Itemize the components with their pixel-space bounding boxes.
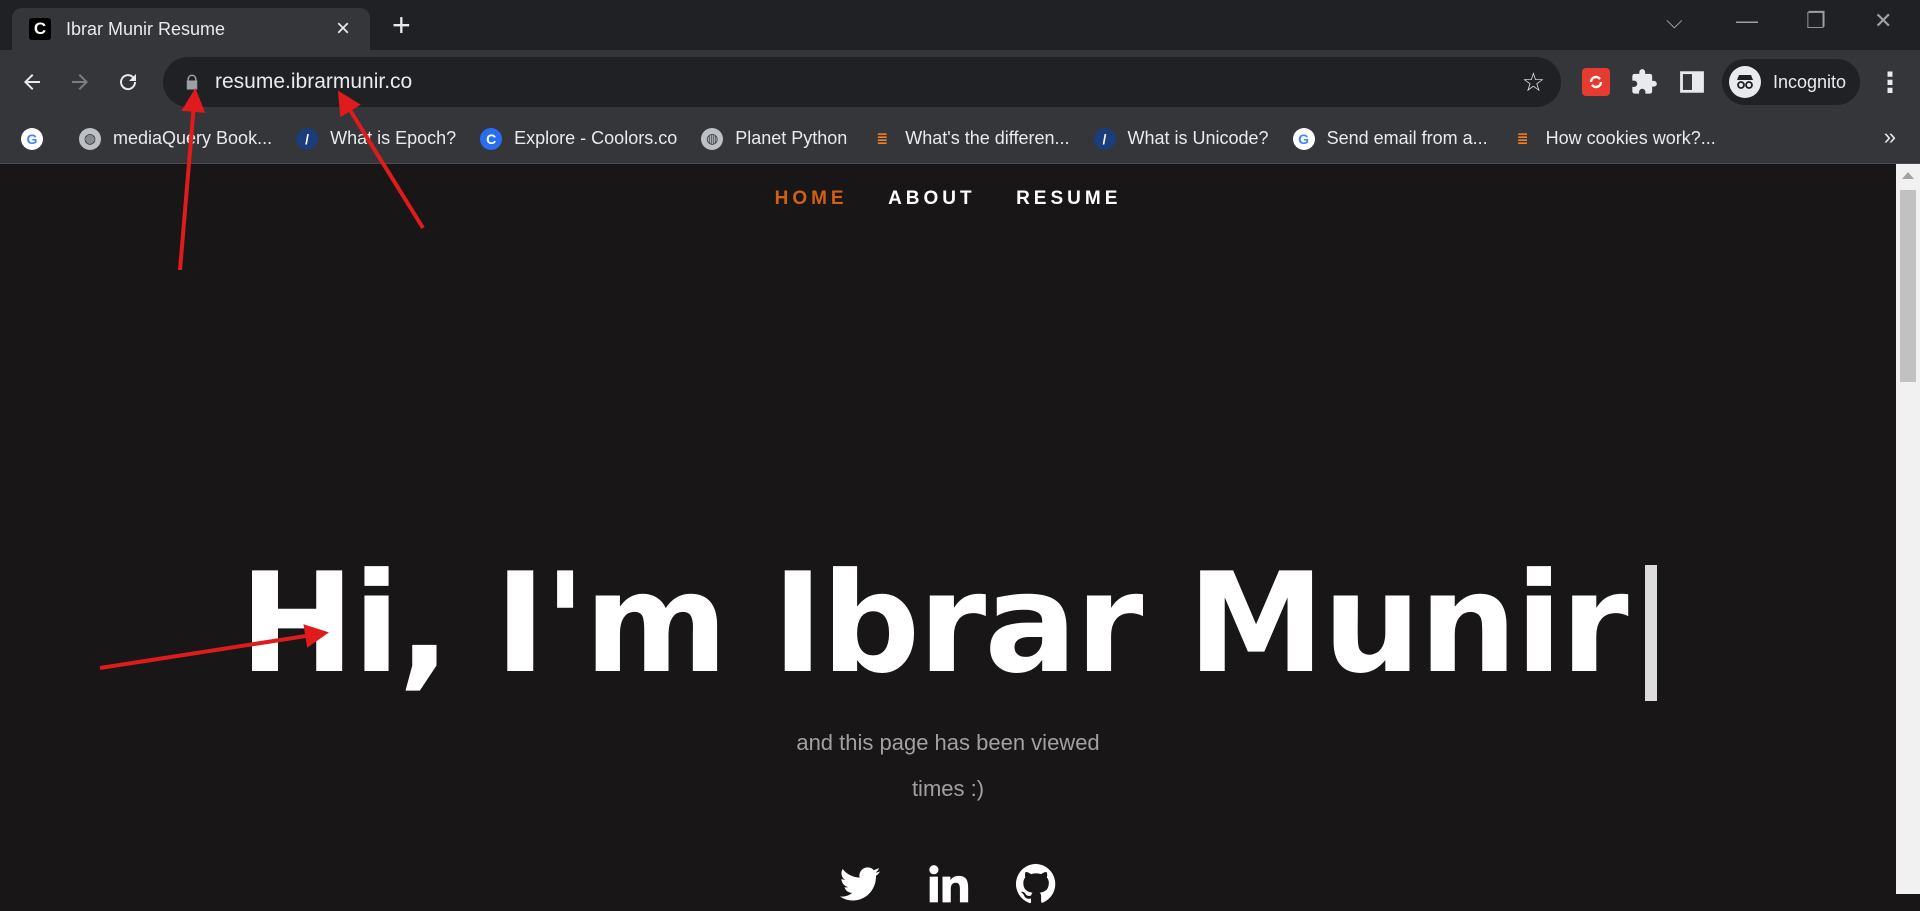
browser-tab[interactable]: C Ibrar Munir Resume ×	[12, 8, 370, 50]
globe-icon: ◍	[79, 127, 101, 150]
incognito-profile-button[interactable]: Incognito	[1722, 59, 1860, 105]
slash-icon: /	[296, 127, 319, 150]
bookmark-item[interactable]: / What is Unicode?	[1093, 127, 1269, 150]
extension-red-icon[interactable]	[1582, 68, 1610, 96]
nav-link-resume[interactable]: RESUME	[1016, 188, 1121, 210]
twitter-icon[interactable]	[838, 862, 882, 906]
site-favicon-icon: C	[29, 18, 51, 40]
view-count-line2: times :)	[911, 776, 985, 801]
address-bar[interactable]: resume.ibrarmunir.co ☆	[163, 57, 1561, 107]
bookmark-item[interactable]: ◍ mediaQuery Book...	[79, 127, 273, 150]
social-links	[0, 862, 1896, 911]
stackoverflow-icon: ≣	[876, 130, 889, 146]
back-arrow-icon	[24, 74, 40, 90]
new-tab-button[interactable]: +	[392, 9, 411, 41]
google-icon: G	[21, 127, 43, 150]
tab-strip: C Ibrar Munir Resume × + ⌵ — ❐ ✕	[0, 0, 1920, 50]
globe-icon: ◍	[701, 127, 724, 150]
reload-icon	[120, 74, 137, 91]
bookmark-google[interactable]: G	[21, 127, 55, 150]
incognito-icon	[1729, 66, 1761, 98]
bookmark-item[interactable]: ≣ What's the differen...	[871, 128, 1069, 150]
bookmark-label: How cookies work?...	[1545, 128, 1716, 148]
profile-label: Incognito	[1773, 71, 1847, 92]
tab-search-icon[interactable]: ⌵	[1666, 8, 1683, 34]
view-count-line1: and this page has been viewed	[796, 730, 1100, 755]
bookmark-label: Explore - Coolors.co	[514, 128, 678, 148]
nav-link-home[interactable]: HOME	[775, 188, 848, 210]
browser-menu-icon[interactable]: ⋮	[1876, 66, 1904, 99]
bookmark-label: mediaQuery Book...	[113, 128, 273, 148]
scroll-up-arrow-icon[interactable]	[1902, 172, 1914, 179]
linkedin-icon[interactable]	[926, 862, 970, 906]
bookmark-label: Send email from a...	[1326, 128, 1488, 148]
github-icon[interactable]	[1014, 862, 1058, 906]
reload-button[interactable]	[110, 64, 146, 100]
bookmark-label: Planet Python	[735, 128, 848, 148]
tab-title: Ibrar Munir Resume	[66, 18, 226, 39]
page-scrollbar[interactable]	[1896, 164, 1920, 894]
side-panel-icon[interactable]	[1678, 68, 1706, 96]
slash-icon: /	[1093, 127, 1116, 150]
hero-headline: Hi, I'm Ibrar Munir	[0, 549, 1896, 702]
url-text[interactable]: resume.ibrarmunir.co	[215, 70, 1522, 94]
minimize-button[interactable]: —	[1736, 8, 1758, 34]
nav-link-about[interactable]: ABOUT	[888, 188, 976, 210]
bookmark-label: What is Epoch?	[330, 128, 457, 148]
bookmark-item[interactable]: ≣ How cookies work?...	[1512, 128, 1716, 150]
bookmark-item[interactable]: C Explore - Coolors.co	[480, 127, 678, 150]
scrollbar-thumb[interactable]	[1900, 190, 1916, 382]
browser-toolbar: resume.ibrarmunir.co ☆ Incognito ⋮	[0, 50, 1920, 114]
bookmark-item[interactable]: G Send email from a...	[1292, 127, 1488, 150]
forward-arrow-icon	[72, 74, 88, 90]
page-content: HOME ABOUT RESUME Hi, I'm Ibrar Munir an…	[0, 164, 1896, 904]
tab-close-icon[interactable]: ×	[328, 15, 358, 43]
bookmark-item[interactable]: / What is Epoch?	[296, 127, 457, 150]
typing-cursor	[1644, 565, 1657, 702]
bookmark-label: What's the differen...	[905, 128, 1070, 148]
coolors-icon: C	[480, 127, 503, 150]
bookmarks-bar: G ◍ mediaQuery Book... / What is Epoch? …	[0, 114, 1920, 164]
bookmark-item[interactable]: ◍ Planet Python	[701, 127, 848, 150]
forward-button[interactable]	[62, 64, 98, 100]
restore-button[interactable]: ❐	[1806, 8, 1826, 34]
site-nav: HOME ABOUT RESUME	[0, 188, 1896, 210]
bookmark-star-icon[interactable]: ☆	[1522, 67, 1545, 98]
hero-text: Hi, I'm Ibrar Munir	[239, 543, 1628, 704]
close-window-button[interactable]: ✕	[1874, 8, 1892, 34]
stackoverflow-icon: ≣	[1516, 130, 1529, 146]
bookmark-label: What is Unicode?	[1127, 128, 1269, 148]
google-icon: G	[1292, 127, 1315, 150]
bookmarks-overflow-icon[interactable]: »	[1884, 124, 1896, 150]
extensions-puzzle-icon[interactable]	[1630, 68, 1658, 96]
back-button[interactable]	[14, 64, 50, 100]
lock-icon[interactable]	[183, 73, 201, 91]
